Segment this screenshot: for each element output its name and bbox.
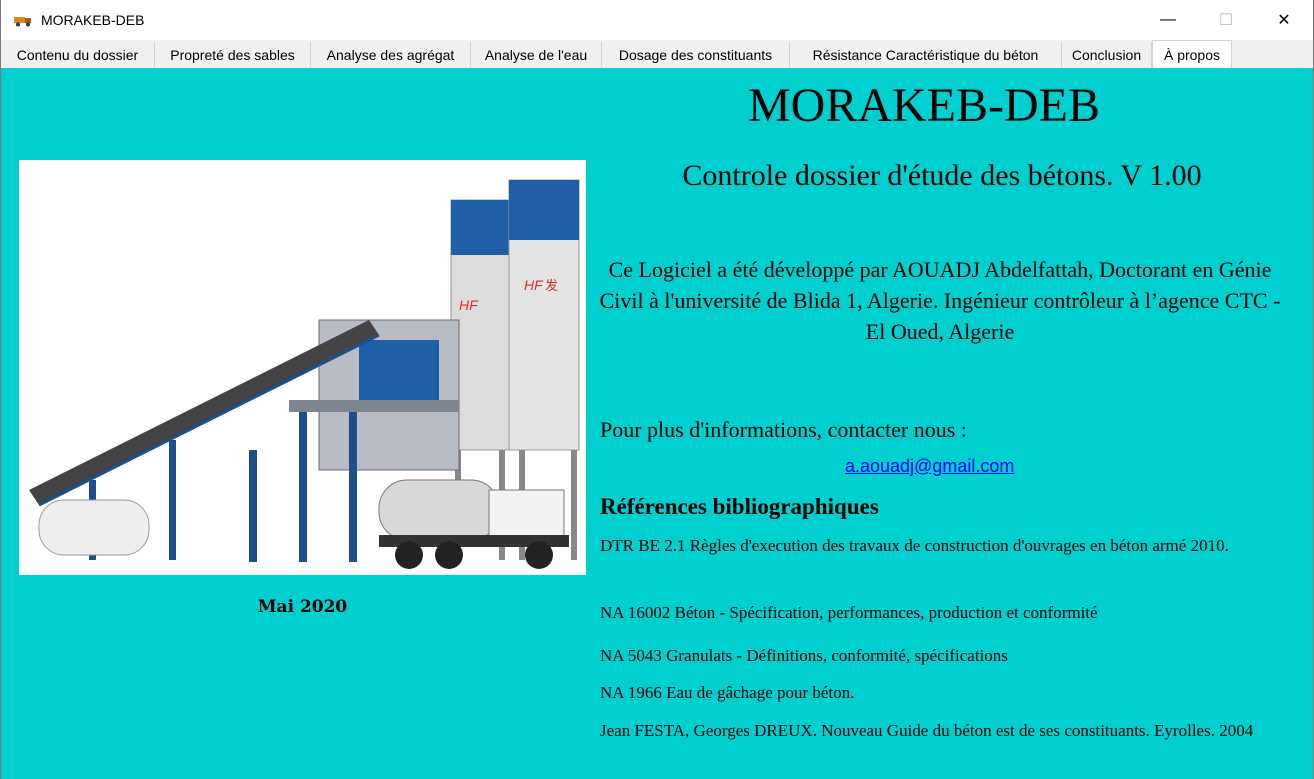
tab-resistance-caracteristique[interactable]: Résistance Caractéristique du béton: [790, 42, 1062, 67]
tab-conclusion[interactable]: Conclusion: [1062, 42, 1152, 67]
window-title: MORAKEB-DEB: [41, 12, 145, 28]
close-button[interactable]: ✕: [1255, 0, 1313, 40]
tab-a-propos[interactable]: À propos: [1152, 40, 1232, 68]
app-subtitle: Controle dossier d'étude des bétons. V 1…: [682, 159, 1202, 192]
app-window: MORAKEB-DEB — ☐ ✕ Contenu du dossier Pro…: [0, 0, 1314, 779]
tab-dosage-des-constituants[interactable]: Dosage des constituants: [602, 42, 790, 67]
concrete-plant-image: HF HF 发: [19, 160, 586, 575]
tab-analyse-des-agregat[interactable]: Analyse des agrégat: [311, 42, 471, 67]
maximize-button[interactable]: ☐: [1197, 0, 1255, 40]
about-panel: HF HF 发 Mai 2020 MORAKEB-DEB Controle do…: [1, 68, 1313, 779]
reference-item: NA 5043 Granulats - Définitions, conform…: [600, 646, 1008, 665]
tab-bar: Contenu du dossier Propreté des sables A…: [1, 40, 1313, 69]
reference-item: Jean FESTA, Georges DREUX. Nouveau Guide…: [600, 721, 1254, 740]
minimize-button[interactable]: —: [1139, 0, 1197, 40]
tab-analyse-de-l-eau[interactable]: Analyse de l'eau: [471, 42, 602, 67]
silo-marking-right: HF: [524, 277, 544, 293]
truck-icon: [13, 13, 33, 27]
tab-contenu-du-dossier[interactable]: Contenu du dossier: [1, 42, 155, 67]
references-title: Références bibliographiques: [600, 494, 879, 519]
release-date: Mai 2020: [257, 597, 348, 617]
title-bar[interactable]: MORAKEB-DEB — ☐ ✕: [1, 0, 1313, 40]
app-title: MORAKEB-DEB: [747, 79, 1100, 132]
email-link[interactable]: a.aouadj@gmail.com: [845, 456, 1014, 477]
contact-label: Pour plus d'informations, contacter nous…: [600, 417, 967, 442]
reference-item: DTR BE 2.1 Règles d'execution des travau…: [600, 536, 1229, 555]
tab-proprete-des-sables[interactable]: Propreté des sables: [155, 42, 311, 67]
reference-item: NA 1966 Eau de gâchage pour béton.: [600, 683, 855, 702]
silo-marking-left: HF: [459, 297, 479, 313]
author-description: Ce Logiciel a été développé par AOUADJ A…: [599, 257, 1281, 344]
silo-marking-symbol: 发: [545, 278, 558, 294]
reference-item: NA 16002 Béton - Spécification, performa…: [600, 603, 1098, 622]
